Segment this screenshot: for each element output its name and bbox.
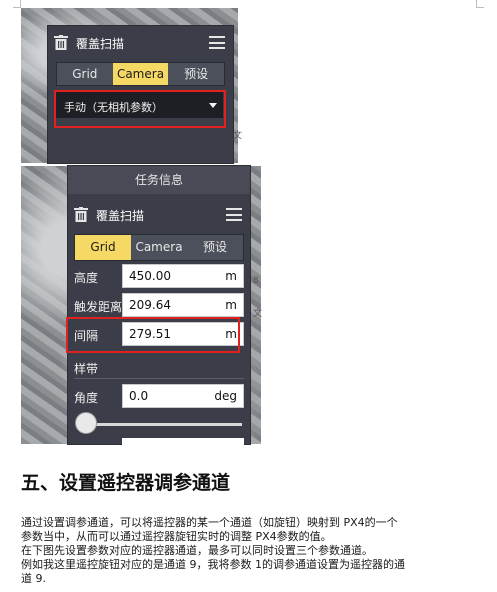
page-corner-mark-left (13, 0, 21, 8)
angle-label: 角度 (74, 391, 99, 405)
section-heading: 五、设置遥控器调参通道 (21, 472, 231, 494)
body-paragraph: 通过设置调参通道，可以将遥控器的某一个通道（如旋钮）映射到 PX4的一个 参数当… (21, 516, 481, 586)
paragraph-line: 道 9. (21, 572, 46, 585)
paragraph-line: 参数当中，从而可以通过遥控器旋钮实时的调整 PX4参数的值。 (21, 530, 332, 543)
paragraph-line: 通过设置调参通道，可以将遥控器的某一个通道（如旋钮）映射到 PX4的一个 (21, 516, 398, 529)
angle-row: 角度 0.0 deg (68, 382, 250, 410)
altitude-label: 高度 (74, 271, 99, 285)
tab-camera[interactable]: Camera (131, 235, 187, 260)
angle-slider-handle[interactable] (75, 412, 97, 434)
hamburger-menu-icon[interactable] (209, 36, 225, 49)
tab-presets[interactable]: 预设 (168, 63, 225, 85)
highlight-box-spacing (66, 317, 240, 353)
trigger-distance-value: 209.64 (129, 298, 171, 312)
altitude-unit: m (225, 269, 237, 283)
angle-input[interactable]: 0.0 deg (122, 384, 244, 408)
cropped-text-fragment: 文 (253, 309, 263, 319)
panel-title-row: 覆盖扫描 (68, 198, 250, 232)
cropped-text-fragment: 文 (233, 131, 243, 141)
tab-bar: Grid Camera 预设 (56, 62, 225, 86)
trigger-distance-input[interactable]: 209.64 m (122, 293, 244, 317)
trash-icon[interactable] (74, 207, 88, 222)
paragraph-line: 在下图先设置参数对应的遥控器通道，最多可以同时设置三个参数通道。 (21, 544, 373, 557)
section-divider (74, 378, 244, 379)
altitude-row: 高度 450.00 m (68, 262, 250, 290)
panel-title: 覆盖扫描 (96, 209, 145, 223)
survey-panel-2: 任务信息 覆盖扫描 Grid Camera 预设 高度 450.00 m 触发距… (68, 166, 250, 446)
angle-unit: deg (214, 389, 237, 403)
angle-value: 0.0 (129, 389, 149, 403)
trigger-distance-row: 触发距离 209.64 m (68, 291, 250, 319)
altitude-input[interactable]: 450.00 m (122, 264, 244, 288)
page-corner-mark-right (476, 0, 484, 8)
tab-camera[interactable]: Camera (112, 63, 169, 85)
altitude-value: 450.00 (129, 269, 171, 283)
paragraph-line: 例如我这里遥控旋钮对应的是通道 9，我将参数 1的调参通道设置为遥控器的通 (21, 558, 405, 571)
tab-bar: Grid Camera 预设 (74, 234, 244, 261)
trigger-distance-unit: m (225, 298, 237, 312)
hamburger-menu-icon[interactable] (226, 208, 242, 221)
trigger-distance-label: 触发距离 (74, 300, 123, 314)
transects-section-title: 样带 (74, 362, 99, 376)
angle-slider-track[interactable] (84, 423, 242, 426)
next-input-partial[interactable] (122, 438, 244, 446)
tab-grid[interactable]: Grid (57, 63, 113, 85)
panel-title-row: 覆盖扫描 (48, 26, 233, 60)
tab-presets[interactable]: 预设 (187, 235, 243, 260)
tab-grid[interactable]: Grid (75, 235, 131, 260)
cropped-text-fragment: 8 (253, 276, 259, 286)
trash-icon[interactable] (54, 35, 68, 50)
task-info-header[interactable]: 任务信息 (68, 166, 250, 194)
highlight-box-camera (54, 90, 226, 128)
panel-title: 覆盖扫描 (76, 37, 125, 51)
